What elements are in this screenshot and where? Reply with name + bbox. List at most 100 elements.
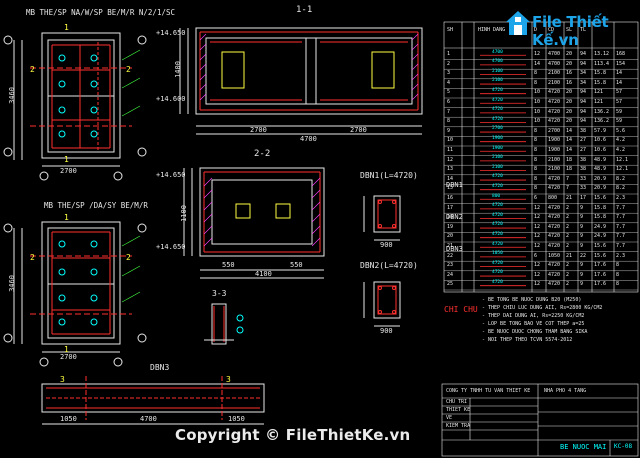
table-group-dbn3: DBN3: [446, 245, 463, 253]
table-cell: 12: [447, 156, 454, 163]
table-cell: 14: [566, 127, 573, 134]
table-cell: 11: [447, 147, 454, 153]
section-1-1-title: 1-1: [296, 5, 313, 15]
plan-top-mark-2: 2: [30, 65, 35, 74]
table-shape-length: 4720: [492, 212, 503, 218]
table-cell: 2: [566, 271, 570, 278]
table-cell: 4720: [548, 99, 561, 105]
table-cell: 4700: [548, 60, 561, 67]
table-cell: 7: [447, 108, 451, 115]
dim-plan-top-height: 3460: [7, 87, 16, 104]
dim-s22-total: 4100: [255, 270, 272, 278]
table-cell: 136.2: [594, 118, 610, 125]
steel-table-row-lines: [444, 59, 638, 291]
table-cell: 13: [447, 166, 454, 173]
table-cell: 10.6: [594, 137, 607, 144]
section-1-1-hatch: [199, 33, 419, 101]
table-cell: 27: [580, 147, 587, 153]
table-cell: 4720: [548, 118, 561, 125]
table-cell: 17: [447, 204, 454, 211]
table-cell: 4720: [548, 271, 561, 278]
table-cell: 38: [580, 156, 587, 163]
table-cell: 4: [447, 79, 451, 86]
plan-bottom-marks: [58, 240, 98, 326]
table-cell: 15.6: [594, 195, 607, 201]
dim-s11-b: 2700: [350, 126, 367, 134]
table-shape-length: 4720: [492, 222, 503, 228]
table-cell: 94: [580, 51, 587, 57]
table-cell: 2: [566, 214, 570, 221]
table-cell: 2.3: [616, 252, 626, 259]
table-cell: 14: [566, 147, 573, 153]
table-cell: 121: [594, 89, 604, 96]
table-cell: 8: [534, 175, 538, 182]
table-cell: 4720: [548, 89, 561, 96]
table-cell: 21: [566, 252, 573, 259]
table-group-dbn1: DBN1: [446, 181, 463, 189]
table-cell: 8: [534, 147, 538, 153]
table-shape-length: 2100: [492, 155, 503, 161]
tb-drawing-name: BE NUOC MAI: [560, 443, 607, 451]
table-cell: 25: [447, 281, 454, 288]
table-shape-length: 4720: [492, 97, 503, 103]
table-cell: 20: [447, 233, 454, 240]
table-cell: 2: [566, 233, 570, 240]
table-cell: 33: [580, 185, 587, 192]
table-cell: 14: [566, 137, 573, 144]
table-cell: 7.7: [616, 214, 626, 221]
table-cell: 7: [566, 185, 570, 192]
table-group-dbn2: DBN2: [446, 213, 463, 221]
table-cell: 15.8: [594, 79, 607, 86]
table-cell: 20: [566, 51, 573, 57]
note-line-4: - LOP BE TONG BAO VE COT THEP a=25: [482, 321, 585, 327]
table-cell: 17: [580, 195, 587, 201]
table-cell: 38: [580, 166, 587, 173]
table-cell: 15.6: [594, 243, 607, 249]
table-header-cell: HINH DANG: [478, 27, 506, 33]
table-shape-length: 4720: [492, 260, 503, 266]
table-shape-length: 2100: [492, 68, 503, 74]
table-cell: 20: [566, 118, 573, 125]
table-cell: 15.8: [594, 214, 607, 221]
table-shape-length: 4720: [492, 241, 503, 247]
table-cell: 8: [616, 271, 620, 278]
notes-title: CHI CHU: [444, 305, 478, 314]
table-cell: 17.6: [594, 262, 607, 269]
table-cell: 9: [580, 243, 584, 249]
table-shape-length: 4700: [492, 59, 503, 65]
table-cell: 8: [534, 137, 538, 144]
table-cell: 14: [534, 60, 541, 67]
table-header-cell: CD: [548, 27, 555, 33]
table-cell: 10: [534, 89, 541, 96]
tb-role-3: VE: [446, 415, 453, 421]
table-cell: 10.6: [594, 147, 607, 153]
table-cell: 24: [447, 271, 454, 278]
table-cell: 27: [580, 137, 587, 144]
table-shape-length: 4720: [492, 116, 503, 122]
dim-dbn3-b: 1050: [228, 415, 245, 423]
table-cell: 24.9: [594, 233, 607, 240]
table-shape-length: 800: [492, 193, 501, 199]
table-cell: 6: [534, 195, 538, 201]
table-cell: 94: [580, 89, 587, 96]
table-cell: 5.6: [616, 127, 626, 134]
table-cell: 10: [534, 118, 541, 125]
plan-bottom-frame: [13, 221, 132, 353]
table-header-cell: SL: [566, 27, 573, 33]
tb-role-2: THIET KE: [446, 407, 471, 413]
tb-project: NHA PHO 4 TANG: [544, 388, 587, 394]
table-cell: 4720: [548, 262, 561, 269]
table-cell: 9: [580, 271, 584, 278]
table-cell: 20.9: [594, 175, 607, 182]
table-cell: 2: [566, 204, 570, 211]
table-cell: 8.2: [616, 175, 626, 182]
table-cell: 8: [534, 156, 538, 163]
table-cell: 12: [534, 262, 541, 269]
table-shape-length: 1900: [492, 135, 503, 141]
table-cell: 48.9: [594, 156, 607, 163]
table-cell: 9: [447, 127, 451, 134]
table-cell: 1900: [548, 147, 561, 153]
table-cell: 4.2: [616, 137, 626, 144]
table-shape-length: 2700: [492, 126, 503, 132]
table-cell: 4720: [548, 233, 561, 240]
